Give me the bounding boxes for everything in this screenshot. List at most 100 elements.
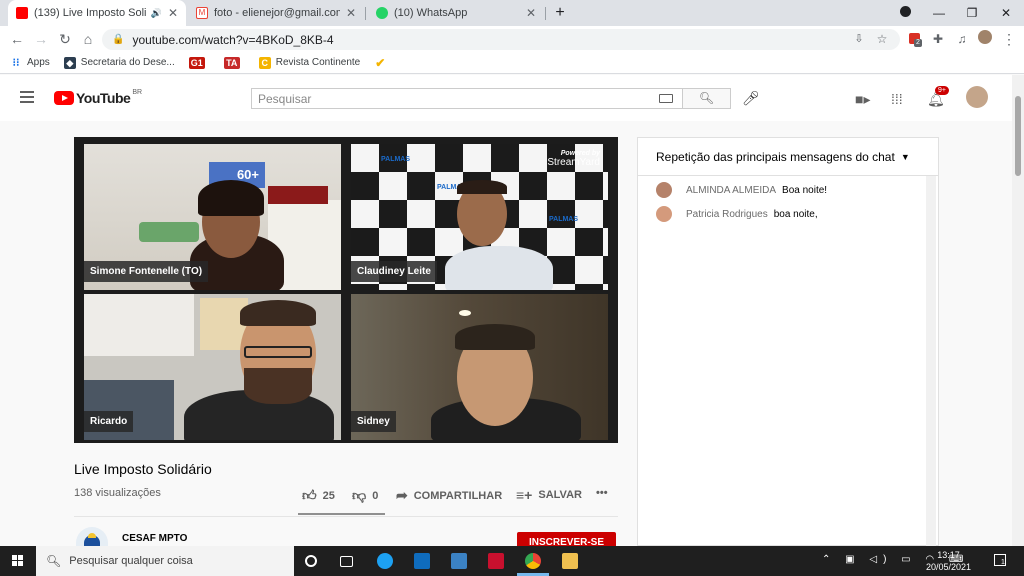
cortana-icon[interactable] [305,555,317,567]
extension-adblock-icon[interactable]: 2 [905,30,923,48]
channel-name[interactable]: CESAF MPTO [122,533,187,544]
file-explorer-icon[interactable] [562,553,578,569]
red-binders [268,186,328,204]
edge-icon[interactable] [377,553,393,569]
person-hair [240,300,316,326]
tab-title: foto - elienejor@gmail.com - Gm [214,7,340,19]
tab-search-icon[interactable] [895,3,915,23]
page-scrollbar-thumb[interactable] [1015,96,1021,176]
youtube-logo[interactable]: YouTube BR [54,89,142,106]
close-icon[interactable]: ✕ [346,6,356,20]
glasses [244,346,312,358]
profile-avatar-icon[interactable] [976,30,994,48]
account-avatar[interactable] [966,86,988,108]
chat-text: boa noite, [773,208,818,220]
gmail-icon: M [196,7,208,19]
lock-icon[interactable]: 🔒 [112,34,124,45]
home-icon[interactable]: ⌂ [79,30,97,48]
bookmark-apps[interactable]: ⁝⁝ Apps [10,57,50,69]
thumbs-down-icon: 👎︎ [352,487,367,503]
tab-whatsapp[interactable]: (10) WhatsApp ✕ [368,0,544,26]
bookmark-ta[interactable]: TA [223,56,245,69]
tab-gmail[interactable]: M foto - elienejor@gmail.com - Gm ✕ [188,0,364,26]
close-icon[interactable]: ✕ [168,6,178,20]
bookmark-label: Apps [27,57,50,68]
like-button[interactable]: 👍︎ 25 [302,487,335,504]
back-icon[interactable]: ← [8,30,26,48]
media-control-icon[interactable]: ♫ [953,30,971,48]
bookmark-g1[interactable]: G1 [188,56,210,69]
install-app-icon[interactable]: ⇩ [850,30,868,48]
revista-icon: C [258,56,271,69]
avatar [656,182,672,198]
dislike-button[interactable]: 👎︎ 0 [352,487,378,504]
powered-by-text: Powered by [560,150,600,157]
windows-start-button[interactable] [0,546,36,576]
dislike-count: 0 [372,489,379,502]
channel-avatar[interactable] [76,527,108,546]
bookmark-star-icon[interactable]: ☆ [873,30,891,48]
video-player[interactable]: 60+ Simone Fontenelle (TO) PALMAS PALMAS… [74,137,618,443]
save-button[interactable]: ≡+ SALVAR [516,487,582,503]
extensions-puzzle-icon[interactable]: ✚ [929,30,947,48]
bookmark-revista[interactable]: C Revista Continente [258,56,360,69]
person-body [445,246,553,290]
chat-mode-label: Repetição das principais mensagens do ch… [656,149,895,164]
task-view-icon[interactable] [340,556,353,567]
extension-badge: 2 [914,39,922,47]
youtube-icon [16,7,28,19]
secretaria-icon: ◆ [63,56,76,69]
chat-author: ALMINDA ALMEIDA [686,184,777,196]
window-close-icon[interactable]: ✕ [996,3,1016,23]
live-chat-panel: Repetição das principais mensagens do ch… [637,137,939,546]
forward-icon[interactable]: → [32,30,50,48]
search-placeholder: Pesquisar [258,91,312,106]
chrome-icon[interactable] [525,553,541,569]
keyboard-icon[interactable] [659,94,673,103]
restore-icon[interactable]: ❐ [962,3,982,23]
speaker-icon[interactable]: 🔊 [151,8,162,19]
minimize-icon[interactable]: — [929,3,949,23]
notification-count: 1 [1001,559,1005,566]
url-text: youtube.com/watch?v=4BKoD_8KB-4 [132,32,334,47]
chat-message: ALMINDA ALMEIDA Boa noite! [656,182,827,198]
chat-header[interactable]: Repetição das principais mensagens do ch… [638,138,938,176]
more-actions-button[interactable]: ••• [596,487,608,499]
taskbar-clock[interactable]: 13:17 20/05/2021 [926,549,971,573]
share-arrow-icon: ➦ [396,487,408,503]
chat-author: Patricia Rodrigues [686,208,768,220]
chrome-menu-icon[interactable]: ⋮ [1000,30,1018,48]
wall-logo [139,222,199,242]
more-icon: ••• [596,487,608,499]
participant-tile-claudiney: PALMAS PALMAS PALMAS Powered by StreamYa… [351,144,608,290]
bookmark-check[interactable]: ✔ [374,57,391,69]
store-icon[interactable] [451,553,467,569]
tab-live-imposto[interactable]: (139) Live Imposto Solidário 🔊 ✕ [8,0,186,26]
g1-icon: G1 [188,56,205,69]
mcafee-icon[interactable] [488,553,504,569]
menu-hamburger-icon[interactable] [20,91,34,103]
reload-icon[interactable]: ↻ [56,30,74,48]
info-divider [74,516,618,517]
taskbar-search-input[interactable]: 🔍︎ Pesquisar qualquer coisa [36,546,294,576]
search-input[interactable]: Pesquisar [251,88,683,109]
new-tab-button[interactable]: + [550,3,570,23]
windows-taskbar: 🔍︎ Pesquisar qualquer coisa ⌃ ▣ ◁) ▭ ◠ ⌨… [0,546,1024,576]
like-ratio-bar [298,513,385,515]
tab-separator [545,7,546,20]
subscribe-button[interactable]: INSCREVER-SE [517,532,616,546]
close-icon[interactable]: ✕ [526,6,536,20]
bookmarks-bar: ⁝⁝ Apps ◆ Secretaria do Dese... G1 TA C … [0,52,1024,74]
create-video-icon[interactable]: ■▸ [855,91,870,108]
chat-scrollbar[interactable] [926,176,936,546]
microphone-icon[interactable]: 🎤︎ [742,90,760,107]
bookmark-secretaria[interactable]: ◆ Secretaria do Dese... [63,56,175,69]
mail-icon[interactable] [414,553,430,569]
apps-grid-icon[interactable]: ⁞⁞⁞ [891,91,903,107]
tab-separator [365,7,366,20]
address-bar[interactable]: 🔒 youtube.com/watch?v=4BKoD_8KB-4 [102,29,900,50]
sponsor-label: PALMAS [381,156,411,163]
search-button[interactable]: 🔍︎ [683,88,731,109]
share-button[interactable]: ➦ COMPARTILHAR [396,487,502,504]
notification-center-icon[interactable]: 1 [994,554,1006,566]
